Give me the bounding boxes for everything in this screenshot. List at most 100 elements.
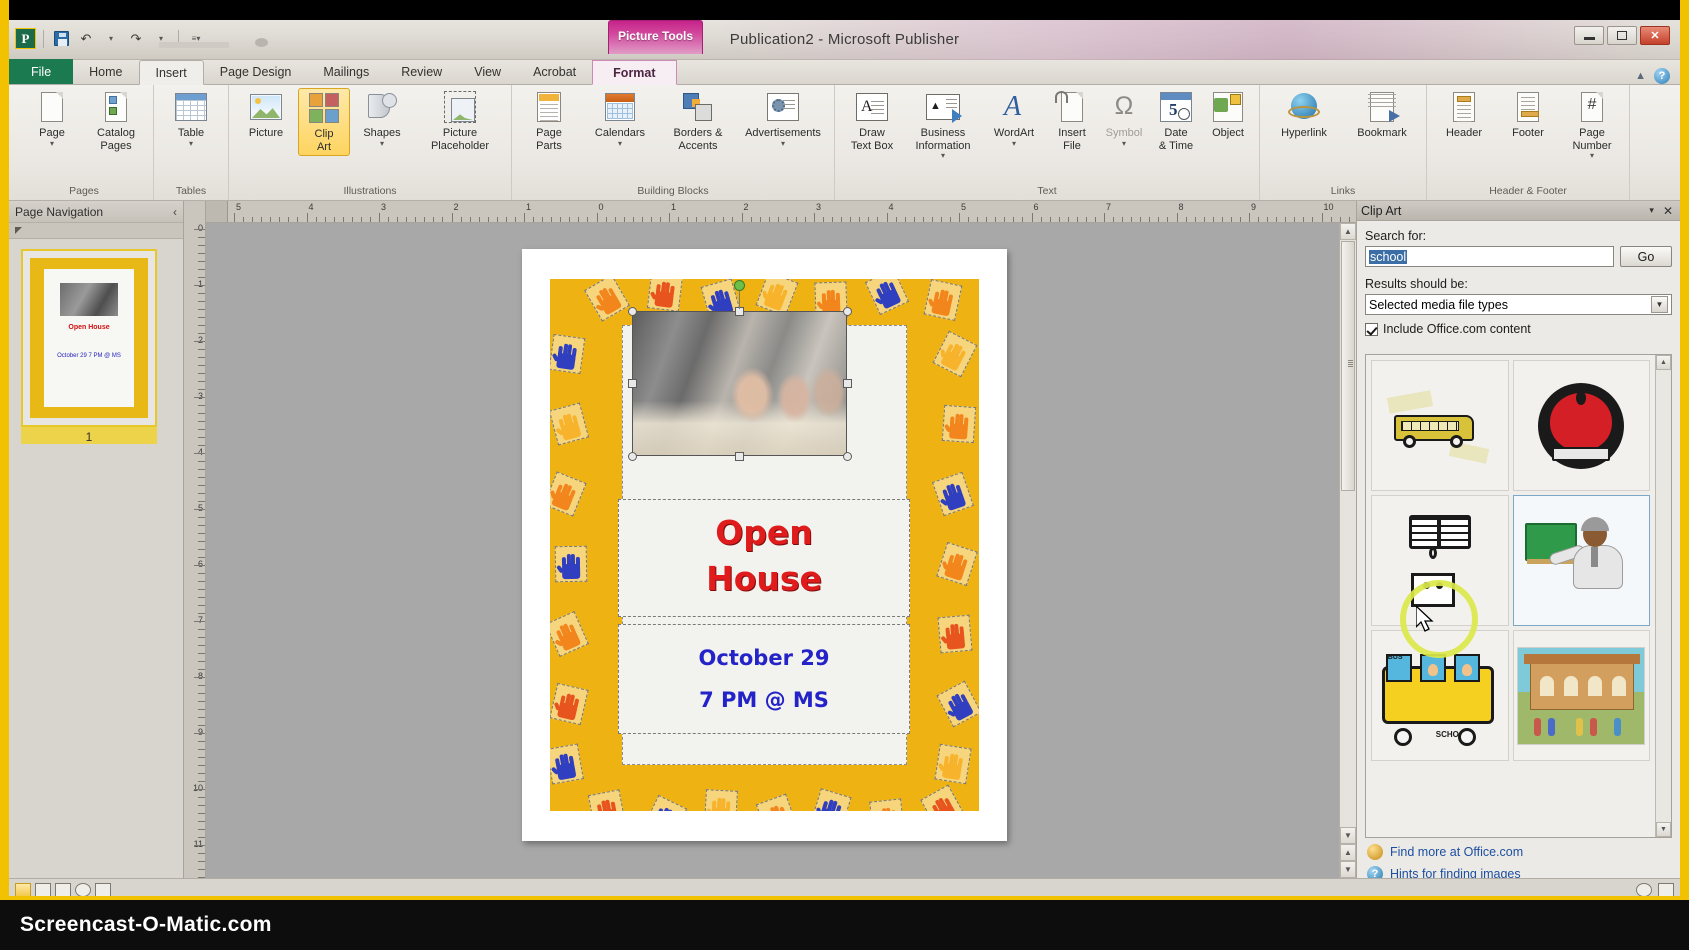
ribbon-button-picture[interactable]: Picture xyxy=(234,88,298,142)
minimize-button[interactable] xyxy=(1574,26,1604,45)
ribbon-button-advertisements[interactable]: Advertisements ▾ xyxy=(737,88,829,149)
next-page-icon[interactable]: ▼ xyxy=(1340,861,1356,878)
undo-chevron-down-icon[interactable]: ▾ xyxy=(101,29,121,49)
include-office-checkbox-row[interactable]: Include Office.com content xyxy=(1365,322,1672,336)
tab-home[interactable]: Home xyxy=(73,59,138,84)
tab-page-design[interactable]: Page Design xyxy=(204,59,308,84)
zoom-in-icon[interactable] xyxy=(1636,883,1652,897)
ribbon-button-bookmark[interactable]: Bookmark xyxy=(1343,88,1421,142)
ribbon-button-page-parts[interactable]: Page Parts xyxy=(517,88,581,154)
ribbon-button-header[interactable]: Header xyxy=(1432,88,1496,142)
results-scroll-up-icon[interactable]: ▲ xyxy=(1656,355,1671,370)
ribbon-button-object[interactable]: Object xyxy=(1202,88,1254,142)
tab-format[interactable]: Format xyxy=(592,60,676,85)
chevron-down-icon[interactable]: ▾ xyxy=(941,152,945,159)
include-office-checkbox[interactable] xyxy=(1365,323,1378,336)
ribbon-button-footer[interactable]: Footer xyxy=(1496,88,1560,142)
close-button[interactable]: ✕ xyxy=(1640,26,1670,45)
ribbon-button-table[interactable]: Table ▾ xyxy=(159,88,223,149)
collapse-ribbon-icon[interactable]: ▲ xyxy=(1635,70,1646,82)
ribbon-button-page[interactable]: Page ▾ xyxy=(20,88,84,149)
ribbon-button-wordart[interactable]: A WordArt ▾ xyxy=(982,88,1046,149)
previous-page-icon[interactable]: ▲ xyxy=(1340,844,1356,861)
chevron-down-icon[interactable]: ▾ xyxy=(380,140,384,147)
page-navigation-panel[interactable]: Page Navigation ‹ Open House Oct xyxy=(9,201,184,896)
tab-file[interactable]: File xyxy=(9,59,73,84)
zoom-slider-handle[interactable] xyxy=(95,883,111,897)
selection-handle-tr[interactable] xyxy=(843,307,852,316)
chevron-down-icon[interactable]: ▾ xyxy=(1643,205,1660,216)
scroll-down-icon[interactable]: ▼ xyxy=(1340,827,1356,844)
headline-text-box[interactable]: Open House xyxy=(618,499,910,617)
ribbon-button-borders-accents[interactable]: Borders & Accents xyxy=(659,88,737,154)
redo-icon[interactable]: ↷ xyxy=(126,29,146,49)
ribbon-button-date-time[interactable]: 5 Date & Time xyxy=(1150,88,1202,154)
ribbon-button-draw-text-box[interactable]: A Draw Text Box xyxy=(840,88,904,154)
help-icon[interactable]: ? xyxy=(1654,68,1670,84)
window-controls[interactable]: ✕ xyxy=(1574,26,1670,45)
results-scroll-down-icon[interactable]: ▼ xyxy=(1656,822,1671,837)
collapse-panel-icon[interactable]: ‹ xyxy=(173,205,177,219)
publication-page[interactable]: Open House October 29 7 PM @ MS xyxy=(522,249,1007,841)
undo-icon[interactable]: ↶ xyxy=(76,29,96,49)
status-bar-right[interactable] xyxy=(1636,883,1674,897)
chevron-down-icon[interactable]: ▾ xyxy=(50,140,54,147)
ribbon-button-business-information[interactable]: ▲ Business Information ▾ xyxy=(904,88,982,161)
page-thumbnail[interactable]: Open House October 29 7 PM @ MS xyxy=(21,249,157,427)
ribbon-button-catalog-pages[interactable]: Catalog Pages xyxy=(84,88,148,154)
chevron-down-icon[interactable]: ▾ xyxy=(618,140,622,147)
selection-handle-bc[interactable] xyxy=(735,452,744,461)
results-scrollbar[interactable]: ▲ ▼ xyxy=(1655,355,1671,837)
ribbon-button-hyperlink[interactable]: Hyperlink xyxy=(1265,88,1343,142)
tab-review[interactable]: Review xyxy=(385,59,458,84)
tab-mailings[interactable]: Mailings xyxy=(307,59,385,84)
rotation-handle[interactable] xyxy=(734,280,745,291)
chevron-down-icon[interactable]: ▾ xyxy=(189,140,193,147)
ribbon-button-picture-placeholder[interactable]: Picture Placeholder xyxy=(414,88,506,154)
tab-insert[interactable]: Insert xyxy=(139,60,204,85)
scroll-up-icon[interactable]: ▲ xyxy=(1340,223,1356,240)
find-more-at-office-link[interactable]: Find more at Office.com xyxy=(1367,844,1672,860)
single-page-view-icon[interactable] xyxy=(15,883,31,897)
selection-handle-bl[interactable] xyxy=(628,452,637,461)
chevron-down-icon[interactable]: ▾ xyxy=(781,140,785,147)
selection-handle-mr[interactable] xyxy=(843,379,852,388)
canvas-vertical-scrollbar[interactable]: ▲ ▼ ▲ ▼ xyxy=(1339,223,1356,896)
ribbon-button-page-number[interactable]: # Page Number ▾ xyxy=(1560,88,1624,161)
publisher-logo-icon[interactable]: P xyxy=(15,28,36,49)
inserted-photo[interactable] xyxy=(632,311,847,456)
clip-art-result-school-building[interactable] xyxy=(1513,630,1651,761)
ribbon-help-controls[interactable]: ▲ ? xyxy=(1635,68,1680,84)
clip-art-task-pane[interactable]: Clip Art ▾ ✕ Search for: school Go Resul… xyxy=(1356,201,1680,896)
go-button[interactable]: Go xyxy=(1620,246,1672,267)
zoom-level-icon[interactable] xyxy=(1658,883,1674,897)
tab-view[interactable]: View xyxy=(458,59,517,84)
selection-handle-ml[interactable] xyxy=(628,379,637,388)
close-icon[interactable]: ✕ xyxy=(1660,204,1676,218)
clip-art-result-teacher-chalkboard[interactable] xyxy=(1513,495,1651,626)
search-input[interactable]: school xyxy=(1365,246,1614,267)
ribbon-tab-bar[interactable]: File Home Insert Page Design Mailings Re… xyxy=(9,60,1680,85)
search-row[interactable]: school Go xyxy=(1365,246,1672,267)
selection-handle-tl[interactable] xyxy=(628,307,637,316)
ribbon-button-symbol[interactable]: Ω Symbol ▾ xyxy=(1098,88,1150,149)
tab-acrobat[interactable]: Acrobat xyxy=(517,59,592,84)
clip-art-result-apple-book[interactable] xyxy=(1513,360,1651,491)
page-navigation-body[interactable]: Open House October 29 7 PM @ MS 1 xyxy=(9,239,183,896)
chevron-down-icon[interactable]: ▾ xyxy=(1590,152,1594,159)
ribbon[interactable]: Page ▾ Catalog Pages Pages xyxy=(9,85,1680,201)
zoom-out-icon[interactable] xyxy=(75,883,91,897)
details-text-box[interactable]: October 29 7 PM @ MS xyxy=(618,624,910,734)
results-type-select[interactable]: Selected media file types ▼ xyxy=(1365,294,1672,315)
boundaries-icon[interactable] xyxy=(55,883,71,897)
ribbon-button-shapes[interactable]: Shapes ▾ xyxy=(350,88,414,149)
vertical-scroll-thumb[interactable] xyxy=(1341,241,1355,491)
ribbon-button-calendars[interactable]: Calendars ▾ xyxy=(581,88,659,149)
chevron-down-icon[interactable]: ▾ xyxy=(1012,140,1016,147)
publication-canvas[interactable]: Open House October 29 7 PM @ MS www.heri… xyxy=(206,223,1356,896)
ribbon-button-insert-file[interactable]: Insert File xyxy=(1046,88,1098,154)
chevron-down-icon[interactable]: ▾ xyxy=(1122,140,1126,147)
maximize-button[interactable] xyxy=(1607,26,1637,45)
selection-handle-br[interactable] xyxy=(843,452,852,461)
ribbon-button-clip-art[interactable]: Clip Art xyxy=(298,88,350,156)
